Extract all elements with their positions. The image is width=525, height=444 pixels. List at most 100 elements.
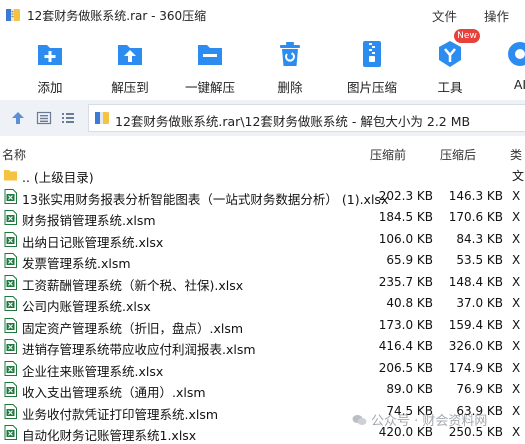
size-before: 65.9 KB [386, 253, 433, 267]
file-type: X [512, 253, 521, 267]
excel-file-icon [4, 231, 17, 247]
watermark: 公众号 · 财会资料网 [352, 410, 487, 429]
excel-file-icon [4, 188, 17, 204]
table-row[interactable]: 出纳日记账管理系统.xlsx 106.0 KB 84.3 KB X [0, 229, 525, 251]
image-compress-button[interactable]: 图片压缩 [340, 30, 404, 96]
tools-icon [439, 41, 461, 67]
archive-app-icon [6, 9, 20, 21]
file-type: X [512, 403, 521, 418]
excel-file-icon [4, 253, 17, 268]
table-row[interactable]: 发票管理系统.xlsm 65.9 KB 53.5 KB X [0, 250, 525, 272]
column-type[interactable]: 类 [510, 146, 522, 163]
excel-file-icon [4, 360, 17, 376]
list-view-icon[interactable] [60, 110, 76, 126]
file-name: 固定资产管理系统（折旧，盘点）.xlsm [22, 320, 244, 336]
file-name: 财务报销管理系统.xlsm [22, 213, 156, 228]
size-after: 76.9 KB [456, 382, 503, 396]
column-header: 名称 压缩前 压缩后 类 [0, 140, 525, 162]
file-type: X [512, 231, 521, 246]
size-after: 170.6 KB [448, 210, 503, 224]
file-name: 自动化财务记账管理系统1.xlsx [22, 428, 197, 443]
size-before: 184.5 KB [378, 210, 433, 224]
table-row[interactable]: 收入支出管理系统（通用）.xlsm 89.0 KB 76.9 KB X [0, 379, 525, 401]
address-path: 12套财务做账系统.rar\12套财务做账系统 - 解包大小为 2.2 MB [115, 114, 471, 129]
file-name: 13张实用财务报表分析智能图表（一站式财务数据分析） (1).xlsx [22, 191, 389, 207]
menu-operate[interactable]: 操作 [484, 6, 509, 25]
folder-icon [4, 170, 17, 181]
file-type: X [512, 188, 521, 203]
up-arrow-icon[interactable] [10, 110, 26, 126]
file-type: X [512, 317, 521, 332]
one-click-extract-icon [198, 45, 222, 65]
size-before: 40.8 KB [386, 296, 433, 310]
extract-to-icon [118, 45, 142, 65]
size-before: 416.4 KB [378, 339, 433, 353]
excel-file-icon [4, 425, 17, 440]
menu-file[interactable]: 文件 [432, 6, 457, 25]
file-name: 企业往来账管理系统.xlsx [22, 363, 164, 379]
toolbar: 添加 解压到 一键解压 删除 图片压缩 工具 New AI [0, 29, 525, 96]
table-row[interactable]: 13张实用财务报表分析智能图表（一站式财务数据分析） (1).xlsx 202.3… [0, 186, 525, 208]
size-after: 146.3 KB [448, 188, 503, 203]
table-row[interactable]: 进销存管理系统带应收应付利润报表.xlsm 416.4 KB 326.0 KB X [0, 336, 525, 358]
size-after: 326.0 KB [448, 339, 503, 353]
file-type: X [512, 382, 521, 396]
extract-to-button[interactable]: 解压到 [100, 30, 160, 96]
file-name: 发票管理系统.xlsm [22, 256, 131, 271]
file-name: 出纳日记账管理系统.xlsx [22, 234, 164, 250]
table-row[interactable]: 财务报销管理系统.xlsm 184.5 KB 170.6 KB X [0, 207, 525, 229]
file-name: 公司内账管理系统.xlsx [22, 299, 151, 314]
file-type: X [512, 210, 521, 224]
file-type: X [512, 274, 521, 289]
file-name: .. (上级目录) [22, 170, 94, 185]
size-after: 84.3 KB [456, 231, 503, 246]
add-icon [38, 45, 62, 65]
wechat-icon [352, 415, 367, 425]
table-row[interactable]: .. (上级目录) 文 [0, 164, 525, 186]
image-compress-icon [363, 41, 381, 67]
excel-file-icon [4, 296, 17, 311]
excel-file-icon [4, 382, 17, 397]
excel-file-icon [4, 339, 17, 354]
size-after: 148.4 KB [448, 274, 503, 289]
excel-file-icon [4, 274, 17, 290]
new-badge: New [454, 29, 480, 43]
table-row[interactable]: 工资薪酬管理系统（新个税、社保).xlsx 235.7 KB 148.4 KB X [0, 272, 525, 294]
file-list: .. (上级目录) 文 13张实用财务报表分析智能图表（一站式财务数据分析） (1)… [0, 164, 525, 444]
size-before: 202.3 KB [378, 188, 433, 203]
file-type: X [512, 339, 521, 353]
address-row: 12套财务做账系统.rar\12套财务做账系统 - 解包大小为 2.2 MB [0, 100, 525, 136]
file-name: 收入支出管理系统（通用）.xlsm [22, 385, 206, 400]
size-before: 106.0 KB [378, 231, 433, 246]
file-type: X [512, 360, 521, 375]
size-after: 53.5 KB [456, 253, 503, 267]
column-name[interactable]: 名称 [2, 146, 26, 163]
delete-icon [280, 42, 300, 66]
file-type: 文 [512, 169, 525, 183]
add-button[interactable]: 添加 [22, 30, 78, 96]
size-after: 37.0 KB [456, 296, 503, 310]
window-title: 12套财务做账系统.rar - 360压缩 [27, 9, 207, 23]
details-view-icon[interactable] [36, 110, 52, 126]
file-name: 业务收付款凭证打印管理系统.xlsm [22, 406, 219, 422]
column-after[interactable]: 压缩后 [440, 146, 476, 163]
table-row[interactable]: 公司内账管理系统.xlsx 40.8 KB 37.0 KB X [0, 293, 525, 315]
excel-file-icon [4, 403, 17, 419]
size-after: 174.9 KB [448, 360, 503, 375]
table-row[interactable]: 企业往来账管理系统.xlsx 206.5 KB 174.9 KB X [0, 358, 525, 380]
file-name: 工资薪酬管理系统（新个税、社保).xlsx [22, 277, 244, 293]
ai-icon [508, 42, 525, 66]
file-type: X [512, 425, 521, 439]
size-before: 173.0 KB [378, 317, 433, 332]
address-bar[interactable]: 12套财务做账系统.rar\12套财务做账系统 - 解包大小为 2.2 MB [88, 104, 525, 132]
ai-button[interactable]: AI [500, 30, 525, 96]
size-before: 89.0 KB [386, 382, 433, 396]
archive-icon [95, 112, 109, 124]
table-row[interactable]: 固定资产管理系统（折旧，盘点）.xlsm 173.0 KB 159.4 KB X [0, 315, 525, 337]
column-before[interactable]: 压缩前 [370, 146, 406, 163]
excel-file-icon [4, 317, 17, 333]
delete-button[interactable]: 删除 [262, 30, 318, 96]
file-type: X [512, 296, 521, 310]
excel-file-icon [4, 210, 17, 225]
one-click-extract-button[interactable]: 一键解压 [178, 30, 242, 96]
